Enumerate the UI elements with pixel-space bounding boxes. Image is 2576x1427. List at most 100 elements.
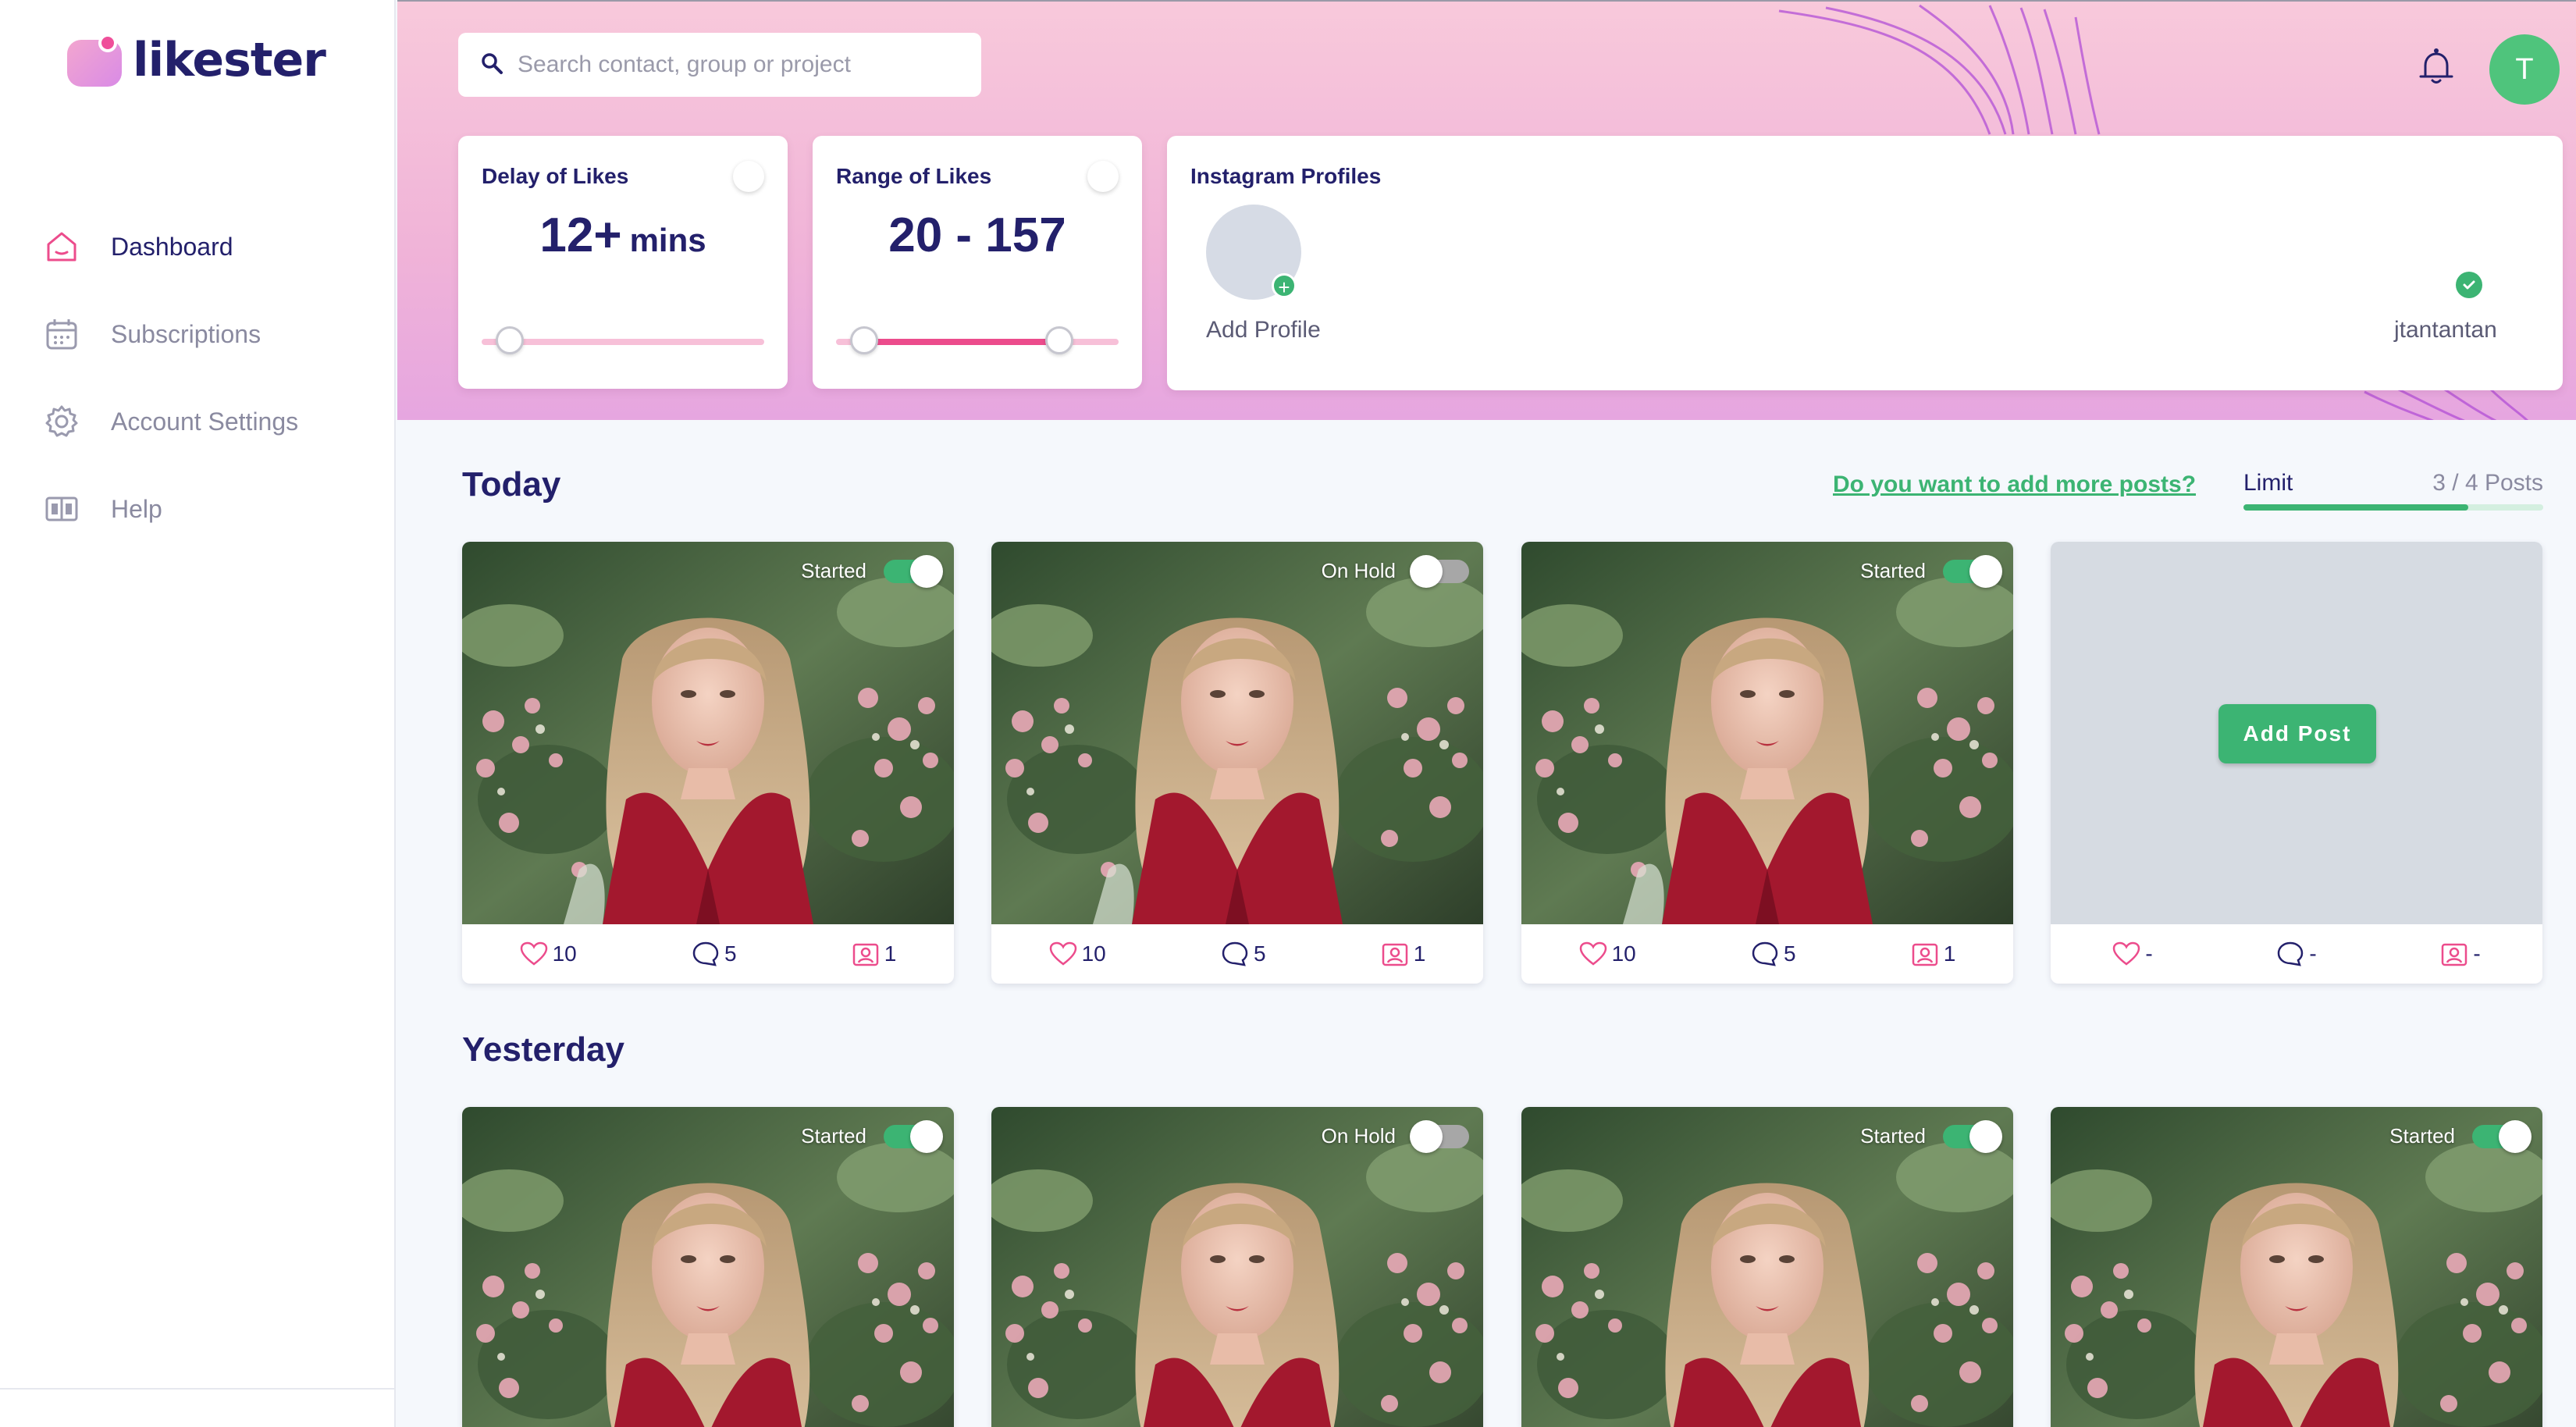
likes-stat: - xyxy=(2112,941,2153,966)
post-image[interactable]: Started xyxy=(1521,1107,2013,1427)
sidebar-nav: Dashboard Subscriptions Account Settings… xyxy=(44,203,298,553)
logo[interactable]: likester xyxy=(67,33,326,87)
search-input[interactable] xyxy=(518,52,955,78)
sidebar-item-dashboard[interactable]: Dashboard xyxy=(44,203,298,290)
sidebar-item-help[interactable]: Help xyxy=(44,465,298,553)
post-status: Started xyxy=(801,1119,943,1153)
post-image[interactable]: Started xyxy=(462,1107,954,1427)
comments-stat: 5 xyxy=(1751,941,1796,967)
info-icon[interactable] xyxy=(733,161,764,192)
tags-stat: 1 xyxy=(1911,941,1955,967)
delay-number: 12+ xyxy=(539,208,622,262)
post-card[interactable]: Started xyxy=(462,1107,954,1427)
notification-bell-icon[interactable] xyxy=(2414,45,2458,89)
post-card[interactable]: Started xyxy=(1521,1107,2013,1427)
post-card[interactable]: On Hold xyxy=(991,1107,1483,1427)
tags-count: 1 xyxy=(884,941,897,966)
sidebar-footer xyxy=(0,1388,396,1427)
add-post-button[interactable]: Add Post xyxy=(2218,704,2376,763)
status-label: Started xyxy=(801,1124,866,1148)
post-status: Started xyxy=(2389,1119,2532,1153)
post-card[interactable]: Started 10 5 1 xyxy=(462,542,954,984)
tags-stat: 1 xyxy=(852,941,897,967)
instagram-profiles-card: Instagram Profiles + Add Profile jtantan… xyxy=(1167,136,2563,390)
delay-slider-track[interactable] xyxy=(482,339,764,345)
range-value: 20 - 157 xyxy=(888,208,1066,262)
search-bar[interactable] xyxy=(458,33,981,97)
post-status: On Hold xyxy=(1322,554,1469,588)
home-icon xyxy=(44,229,80,265)
info-icon[interactable] xyxy=(1087,161,1119,192)
sidebar-item-subscriptions[interactable]: Subscriptions xyxy=(44,290,298,378)
card-title: Instagram Profiles xyxy=(1190,164,1382,188)
profile-name[interactable]: jtantantan xyxy=(2394,317,2497,343)
status-toggle[interactable] xyxy=(884,1119,943,1153)
tagged-user-icon xyxy=(2442,943,2467,966)
comment-icon xyxy=(692,941,719,966)
sidebar-item-label: Account Settings xyxy=(111,407,299,436)
status-toggle[interactable] xyxy=(1943,1119,2002,1153)
likes-count: - xyxy=(2145,941,2153,966)
comment-icon xyxy=(1222,941,1248,966)
delay-value: 12+ mins xyxy=(458,208,788,263)
post-card[interactable]: On Hold 10 5 1 xyxy=(991,542,1483,984)
status-toggle[interactable] xyxy=(2472,1119,2532,1153)
likes-count: 10 xyxy=(552,941,577,966)
range-slider-fill xyxy=(864,339,1059,345)
sidebar-item-account-settings[interactable]: Account Settings xyxy=(44,378,298,465)
avatar[interactable]: T xyxy=(2489,34,2560,105)
heart-icon xyxy=(1049,941,1076,966)
book-icon xyxy=(44,491,80,527)
post-image[interactable]: On Hold xyxy=(991,542,1483,924)
range-of-likes-card: Range of Likes 20 - 157 xyxy=(813,136,1142,389)
range-slider-thumb-high[interactable] xyxy=(1044,326,1073,354)
status-label: Started xyxy=(801,559,866,582)
post-image[interactable]: On Hold xyxy=(991,1107,1483,1427)
logo-text: likester xyxy=(133,33,326,87)
post-image[interactable]: Started xyxy=(1521,542,2013,924)
status-label: Started xyxy=(1860,1124,1926,1148)
comment-icon xyxy=(2278,941,2304,966)
delay-slider-thumb[interactable] xyxy=(496,326,525,354)
limit-value: 3 / 4 Posts xyxy=(2432,470,2543,496)
limit-progress-bar xyxy=(2243,504,2543,511)
calendar-icon xyxy=(44,316,80,352)
tags-count: 1 xyxy=(1413,941,1426,966)
section-title-yesterday: Yesterday xyxy=(462,1030,624,1069)
post-card[interactable]: Started 10 5 1 xyxy=(1521,542,2013,984)
plus-icon[interactable]: + xyxy=(1272,273,1297,299)
post-image[interactable]: Started xyxy=(2051,1107,2542,1427)
tags-count: - xyxy=(2473,941,2481,966)
status-toggle[interactable] xyxy=(884,554,943,588)
comment-icon xyxy=(1752,941,1778,966)
status-label: On Hold xyxy=(1321,1124,1396,1148)
delay-of-likes-card: Delay of Likes 12+ mins xyxy=(458,136,788,389)
add-profile-label[interactable]: Add Profile xyxy=(1206,317,1321,343)
search-icon xyxy=(480,52,503,79)
sidebar-item-label: Help xyxy=(111,494,162,523)
post-stats: 10 5 1 xyxy=(1521,924,2013,984)
post-status: Started xyxy=(801,554,943,588)
heart-icon xyxy=(520,941,547,966)
status-toggle[interactable] xyxy=(1943,554,2002,588)
post-status: On Hold xyxy=(1321,1119,1469,1153)
status-toggle[interactable] xyxy=(1410,554,1469,588)
post-image[interactable]: Started xyxy=(462,542,954,924)
tagged-user-icon xyxy=(1912,943,1938,966)
header-banner: T Delay of Likes 12+mins Range of Likes … xyxy=(397,0,2576,420)
post-stats: 10 5 1 xyxy=(462,924,954,984)
range-slider-thumb-low[interactable] xyxy=(850,326,879,354)
post-card[interactable]: Started xyxy=(2051,1107,2542,1427)
likes-stat: 10 xyxy=(520,941,577,966)
status-label: Started xyxy=(2389,1124,2455,1148)
likes-count: 10 xyxy=(1611,941,1636,966)
likes-count: 10 xyxy=(1081,941,1106,966)
comments-stat: 5 xyxy=(692,941,737,967)
add-post-placeholder: Add Post xyxy=(2051,542,2542,924)
comments-count: - xyxy=(2309,941,2317,966)
card-title: Delay of Likes xyxy=(482,164,629,188)
tagged-user-icon xyxy=(1382,943,1408,966)
status-toggle[interactable] xyxy=(1410,1119,1469,1153)
delay-unit: mins xyxy=(629,222,706,258)
add-more-posts-link[interactable]: Do you want to add more posts? xyxy=(1833,472,2196,498)
